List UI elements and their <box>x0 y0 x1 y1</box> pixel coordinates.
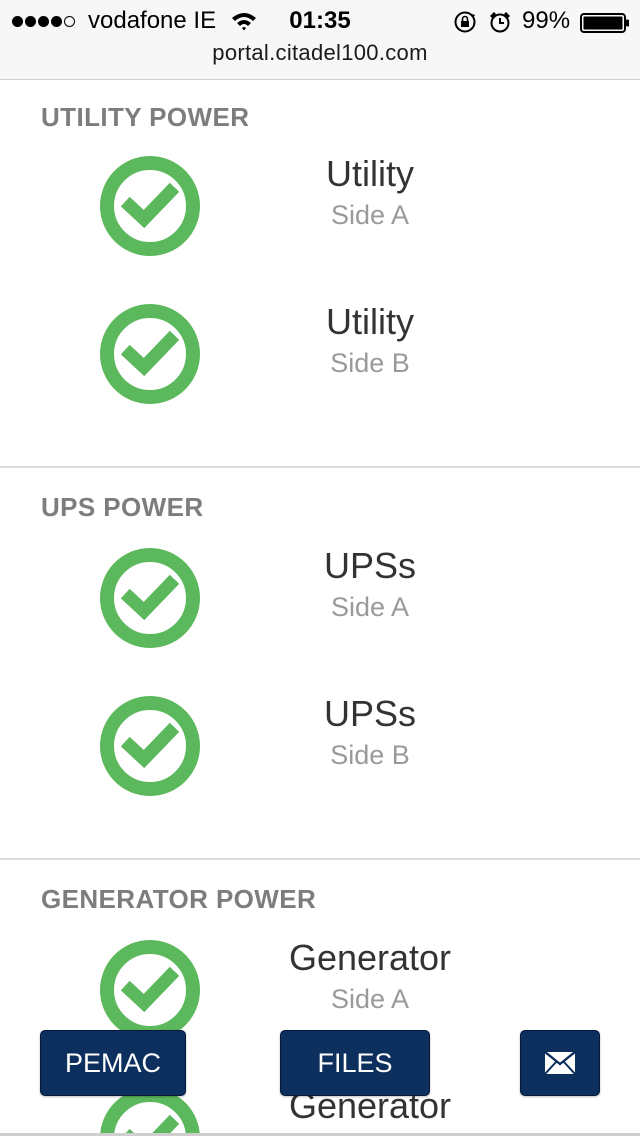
item-name: UPSs <box>323 545 417 586</box>
rotation-lock-icon <box>454 11 476 33</box>
envelope-icon <box>545 1052 575 1074</box>
item-name: Utility <box>326 301 414 342</box>
section-ups-power: UPS POWER UPSs Side A UPSs Side B <box>0 470 640 860</box>
item-name: Generator <box>288 937 452 978</box>
pemac-button[interactable]: PEMAC <box>40 1030 186 1096</box>
status-item-generator-side-a[interactable]: Generator Side A <box>0 937 640 1040</box>
battery-icon <box>580 13 629 33</box>
check-circle-icon <box>100 548 200 648</box>
status-item-utility-side-a[interactable]: Utility Side A <box>0 153 640 256</box>
alarm-clock-icon <box>490 12 510 33</box>
status-bar: vodafone IE 01:35 99% portal.citadel100.… <box>0 0 640 80</box>
item-side: Side B <box>330 348 410 378</box>
item-side: Side B <box>330 740 410 770</box>
item-name: UPSs <box>323 693 417 734</box>
section-title: GENERATOR POWER <box>41 884 317 914</box>
item-side: Side A <box>330 200 410 230</box>
check-circle-icon <box>100 156 200 256</box>
status-item-utility-side-b[interactable]: Utility Side B <box>0 301 640 404</box>
status-item-ups-side-b[interactable]: UPSs Side B <box>0 693 640 796</box>
mobile-browser-viewport: vodafone IE 01:35 99% portal.citadel100.… <box>0 0 640 1136</box>
check-circle-icon <box>100 940 200 1040</box>
item-side: Side A <box>330 592 410 622</box>
item-name: Utility <box>326 153 414 194</box>
section-title: UPS POWER <box>41 492 204 522</box>
battery-percent: 99% <box>522 7 571 34</box>
check-circle-icon <box>100 304 200 404</box>
section-divider <box>0 858 640 860</box>
files-button[interactable]: FILES <box>280 1030 430 1096</box>
section-utility-power: UTILITY POWER Utility Side A Utility Sid… <box>0 80 640 468</box>
address-bar-url[interactable]: portal.citadel100.com <box>0 38 640 68</box>
mail-button[interactable] <box>520 1030 600 1096</box>
item-side: Side A <box>330 984 410 1014</box>
status-row: vodafone IE 01:35 99% <box>0 4 640 38</box>
section-divider <box>0 466 640 468</box>
section-title: UTILITY POWER <box>41 102 250 132</box>
check-circle-icon <box>100 696 200 796</box>
status-item-ups-side-a[interactable]: UPSs Side A <box>0 545 640 648</box>
